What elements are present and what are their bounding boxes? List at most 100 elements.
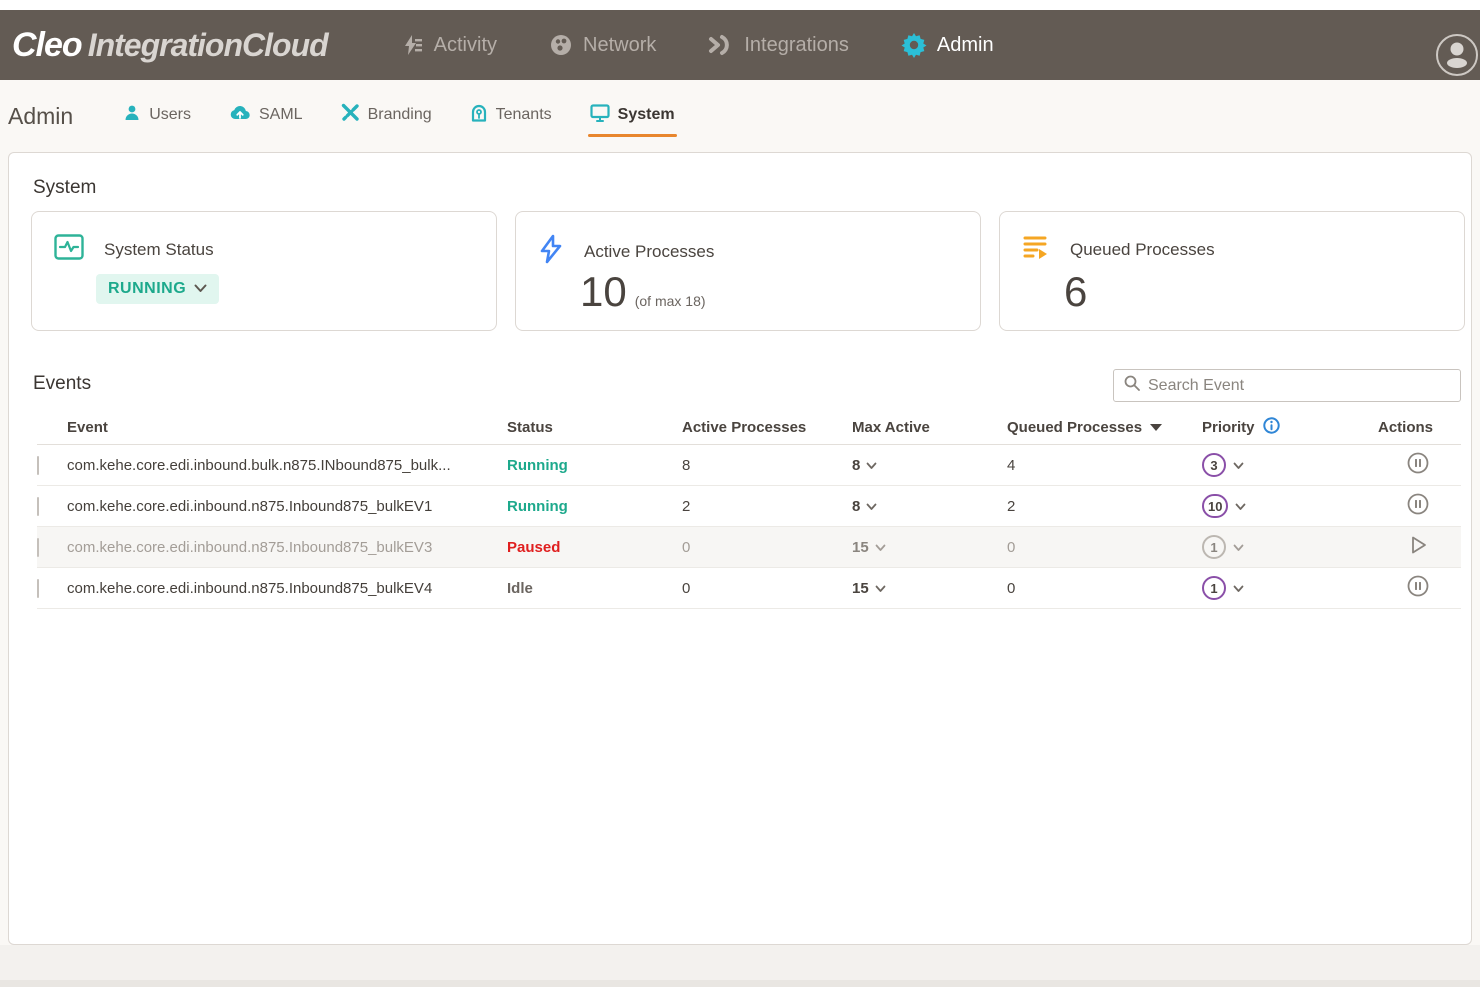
tab-users[interactable]: Users [121, 96, 193, 137]
row-1-active: 8 [682, 457, 852, 474]
row-3-max-active-dropdown[interactable]: 15 [852, 539, 1007, 556]
row-1-status: Running [507, 457, 682, 474]
tab-system-label: System [618, 106, 675, 124]
col-event: Event [67, 419, 507, 436]
chevron-down-icon [1233, 580, 1244, 597]
cloud-upload-icon [229, 104, 251, 127]
tab-branding[interactable]: Branding [339, 95, 434, 137]
event-row-4: com.kehe.core.edi.inbound.n875.Inbound87… [37, 568, 1461, 609]
activity-icon [400, 33, 424, 57]
chevron-down-icon [875, 539, 886, 556]
tab-system[interactable]: System [588, 96, 677, 137]
cleo-integrationcloud-logo[interactable]: CleoIntegrationCloud [12, 26, 328, 65]
event-row-1: com.kehe.core.edi.inbound.bulk.n875.INbo… [37, 445, 1461, 486]
page-footer-strip [0, 945, 1480, 980]
row-4-event-name[interactable]: com.kehe.core.edi.inbound.n875.Inbound87… [67, 580, 507, 597]
system-status-dropdown[interactable]: RUNNING [96, 274, 219, 304]
row-1-queued: 4 [1007, 457, 1202, 474]
tab-tenants[interactable]: Tenants [468, 95, 554, 137]
page-bottom-edge [0, 980, 1480, 987]
subnav-section-title: Admin [8, 103, 73, 130]
row-1-max-active-dropdown[interactable]: 8 [852, 457, 1007, 474]
nav-integrations-label: Integrations [744, 34, 849, 57]
events-table-header: Event Status Active Processes Max Active… [37, 411, 1461, 445]
nav-network-label: Network [583, 34, 656, 57]
events-heading: Events [33, 373, 91, 395]
row-4-max-active-dropdown[interactable]: 15 [852, 580, 1007, 597]
col-queued-processes[interactable]: Queued Processes [1007, 419, 1202, 436]
chevron-down-icon [875, 580, 886, 597]
row-3-checkbox[interactable] [37, 538, 39, 557]
row-4-priority-dropdown[interactable]: 1 [1202, 576, 1332, 600]
summary-cards: System Status RUNNING Active Processes 1… [31, 211, 1465, 331]
row-1-event-name[interactable]: com.kehe.core.edi.inbound.bulk.n875.INbo… [67, 457, 507, 474]
active-processes-max-note: (of max 18) [635, 293, 706, 309]
active-processes-value: 10 [580, 268, 627, 316]
chevron-down-icon [194, 280, 207, 298]
tab-saml[interactable]: SAML [227, 96, 305, 137]
tab-tenants-label: Tenants [496, 106, 552, 124]
chevron-down-icon [1235, 498, 1246, 515]
row-2-queued: 2 [1007, 498, 1202, 515]
row-2-max-active-dropdown[interactable]: 8 [852, 498, 1007, 515]
user-avatar[interactable] [1436, 34, 1478, 76]
pause-button[interactable] [1407, 452, 1429, 478]
row-2-status: Running [507, 498, 682, 515]
row-4-checkbox[interactable] [37, 579, 39, 598]
row-3-event-name[interactable]: com.kehe.core.edi.inbound.n875.Inbound87… [67, 539, 507, 556]
top-navigation-bar: CleoIntegrationCloud Activity Network In… [0, 10, 1480, 80]
nav-activity[interactable]: Activity [400, 33, 497, 57]
gear-icon [901, 32, 927, 58]
admin-sub-navigation: Admin Users SAML Branding Tenants System [0, 80, 1480, 152]
top-white-strip [0, 0, 1480, 10]
col-active-processes: Active Processes [682, 419, 852, 436]
users-icon [123, 104, 141, 127]
col-priority: Priority [1202, 417, 1332, 438]
tab-users-label: Users [149, 106, 191, 124]
row-3-active: 0 [682, 539, 852, 556]
row-2-priority-dropdown[interactable]: 10 [1202, 494, 1332, 518]
nav-admin[interactable]: Admin [901, 32, 994, 58]
system-status-title: System Status [104, 240, 214, 260]
queue-list-icon [1022, 234, 1050, 265]
row-2-event-name[interactable]: com.kehe.core.edi.inbound.n875.Inbound87… [67, 498, 507, 515]
row-3-priority-dropdown[interactable]: 1 [1202, 535, 1332, 559]
info-icon[interactable] [1263, 417, 1280, 438]
col-status: Status [507, 419, 682, 436]
row-4-active: 0 [682, 580, 852, 597]
logo-secondary: IntegrationCloud [88, 27, 328, 63]
row-1-checkbox[interactable] [37, 456, 39, 475]
nav-activity-label: Activity [434, 34, 497, 57]
system-panel: System System Status RUNNING Active Proc… [8, 152, 1472, 945]
event-row-3: com.kehe.core.edi.inbound.n875.Inbound87… [37, 527, 1461, 568]
event-search[interactable] [1113, 369, 1461, 402]
search-input[interactable] [1148, 377, 1450, 395]
system-status-value: RUNNING [108, 280, 186, 298]
chevron-down-icon [1233, 539, 1244, 556]
pause-button[interactable] [1407, 575, 1429, 601]
branding-tools-icon [341, 103, 360, 127]
system-heading: System [33, 177, 96, 199]
logo-primary: Cleo [12, 26, 82, 64]
nav-integrations[interactable]: Integrations [708, 33, 849, 57]
events-table: Event Status Active Processes Max Active… [37, 411, 1461, 609]
row-2-checkbox[interactable] [37, 497, 39, 516]
tab-saml-label: SAML [259, 106, 303, 124]
row-3-queued: 0 [1007, 539, 1202, 556]
chevron-down-icon [866, 498, 877, 515]
active-processes-card: Active Processes 10 (of max 18) [515, 211, 981, 331]
priority-badge: 1 [1202, 535, 1226, 559]
queued-processes-card: Queued Processes 6 [999, 211, 1465, 331]
pause-button[interactable] [1407, 493, 1429, 519]
resume-play-button[interactable] [1407, 534, 1429, 560]
row-4-queued: 0 [1007, 580, 1202, 597]
system-status-card: System Status RUNNING [31, 211, 497, 331]
priority-badge: 10 [1202, 494, 1228, 518]
chevron-down-icon [866, 457, 877, 474]
row-4-status: Idle [507, 580, 682, 597]
queued-processes-value: 6 [1064, 268, 1087, 316]
top-nav-items: Activity Network Integrations Admin [400, 32, 994, 58]
search-icon [1124, 375, 1140, 396]
row-1-priority-dropdown[interactable]: 3 [1202, 453, 1332, 477]
nav-network[interactable]: Network [549, 33, 656, 57]
